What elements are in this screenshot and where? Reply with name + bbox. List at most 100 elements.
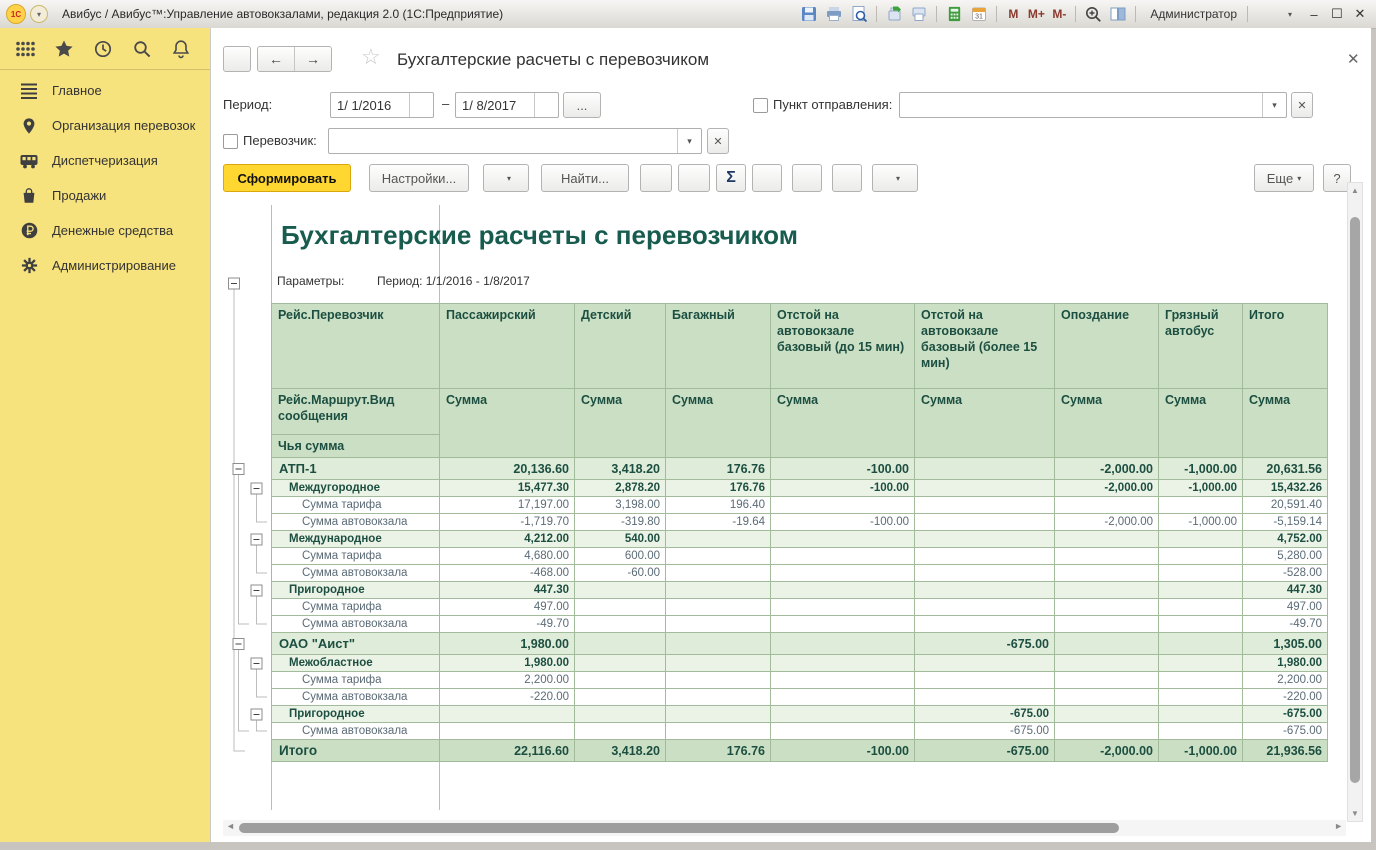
favorites-icon[interactable] (53, 38, 75, 60)
back-button[interactable]: ← (258, 47, 294, 71)
zoom-in-icon[interactable] (1082, 4, 1104, 24)
save-icon[interactable] (798, 4, 820, 24)
send-link-icon[interactable] (883, 4, 905, 24)
cell-value: 17,197.00 (440, 497, 575, 514)
notifications-icon[interactable] (170, 38, 192, 60)
separator (936, 6, 937, 22)
scroll-left-icon[interactable]: ◄ (226, 821, 235, 831)
departure-clear-button[interactable]: ✕ (1291, 92, 1313, 118)
column-header: Отстой на автовокзале базовый (более 15 … (915, 304, 1055, 389)
apps-grid-icon[interactable] (14, 38, 36, 60)
separator (1075, 6, 1076, 22)
grouping-tree[interactable] (223, 205, 271, 815)
scroll-right-icon[interactable]: ► (1334, 821, 1343, 831)
print-preview-icon[interactable] (848, 4, 870, 24)
cell-value: -100.00 (771, 480, 915, 497)
period-from-input[interactable] (331, 93, 409, 117)
1c-logo-icon[interactable]: 1С (6, 4, 26, 24)
find-button[interactable]: Найти... (541, 164, 629, 192)
cell-value (915, 514, 1055, 531)
print-button[interactable] (752, 164, 782, 192)
cell-value: 4,212.00 (440, 531, 575, 548)
send-mail-button[interactable]: ▾ (872, 164, 918, 192)
current-user[interactable]: Администратор (1142, 7, 1241, 21)
row-label: Междугородное (272, 480, 440, 497)
m-plus-label[interactable]: M+ (1026, 4, 1046, 24)
sidebar-item-money[interactable]: Денежные средства (0, 213, 210, 248)
row-label: Сумма автовокзала (272, 616, 440, 633)
calendar-picker-button[interactable] (409, 93, 433, 117)
calculator-icon[interactable] (943, 4, 965, 24)
split-view-icon[interactable] (1107, 4, 1129, 24)
scroll-down-icon[interactable]: ▼ (1348, 809, 1362, 818)
cell-value: -220.00 (440, 689, 575, 706)
sidebar-item-sales[interactable]: Продажи (0, 178, 210, 213)
report-variants-button[interactable]: ▾ (483, 164, 529, 192)
calendar-picker-button[interactable] (534, 93, 558, 117)
carrier-input[interactable] (329, 129, 677, 153)
print-preview-button[interactable] (792, 164, 822, 192)
vertical-scrollbar[interactable]: ▲ ▼ (1347, 182, 1363, 822)
favorite-star-icon[interactable]: ☆ (361, 44, 381, 70)
generate-button[interactable]: Сформировать (223, 164, 351, 192)
system-menu-chevron-icon[interactable]: ▾ (30, 5, 48, 23)
cell-value: 3,198.00 (575, 497, 666, 514)
departure-input[interactable] (900, 93, 1262, 117)
chevron-down-icon: ▾ (507, 174, 511, 183)
more-button[interactable]: Еще▾ (1254, 164, 1314, 192)
info-icon[interactable] (1254, 4, 1276, 24)
user-name: Администратор (1150, 7, 1237, 21)
expand-groups-button[interactable] (678, 164, 710, 192)
collapse-groups-button[interactable] (640, 164, 672, 192)
row-label: Сумма автовокзала (272, 723, 440, 740)
cell-value: 20,591.40 (1243, 497, 1328, 514)
sidebar-item-main[interactable]: Главное (0, 73, 210, 108)
column-header: Пассажирский (440, 304, 575, 389)
sidebar-item-dispatching[interactable]: Диспетчеризация (0, 143, 210, 178)
period-to-input[interactable] (456, 93, 534, 117)
m-minus-label[interactable]: M- (1049, 4, 1069, 24)
history-icon[interactable] (92, 38, 114, 60)
chevron-down-icon[interactable]: ▾ (1279, 4, 1301, 24)
print-doc-icon[interactable] (908, 4, 930, 24)
sidebar-menu: ГлавноеОрганизация перевозокДиспетчериза… (0, 73, 210, 283)
settings-button[interactable]: Настройки... (369, 164, 469, 192)
departure-checkbox[interactable] (753, 98, 768, 113)
cell-value (915, 548, 1055, 565)
totals-button[interactable]: Σ (716, 164, 746, 192)
cell-value (771, 633, 915, 655)
vertical-scroll-thumb[interactable] (1350, 217, 1360, 783)
period-more-button[interactable]: ... (563, 92, 601, 118)
save-button[interactable] (832, 164, 862, 192)
window-titlebar: 1С ▾ Авибус / Авибус™:Управление автовок… (0, 0, 1376, 29)
dropdown-chevron-icon[interactable]: ▾ (1262, 93, 1286, 117)
cell-value (1055, 531, 1159, 548)
m-label[interactable]: M (1003, 4, 1023, 24)
dropdown-chevron-icon[interactable]: ▾ (677, 129, 701, 153)
close-button[interactable]: ✕ (1350, 6, 1370, 22)
sidebar-item-transport-organization[interactable]: Организация перевозок (0, 108, 210, 143)
form-close-icon[interactable]: ✕ (1347, 50, 1360, 68)
horizontal-scrollbar[interactable]: ◄ ► (223, 820, 1346, 836)
cell-value (915, 480, 1055, 497)
table-row: Межобластное1,980.001,980.00 (272, 655, 1328, 672)
sidebar-item-administration[interactable]: Администрирование (0, 248, 210, 283)
home-button[interactable] (223, 46, 251, 72)
print-icon[interactable] (823, 4, 845, 24)
cell-value: -2,000.00 (1055, 480, 1159, 497)
cell-value: 4,680.00 (440, 548, 575, 565)
cell-value (771, 599, 915, 616)
maximize-button[interactable]: ☐ (1327, 6, 1347, 22)
carrier-clear-button[interactable]: ✕ (707, 128, 729, 154)
separator (1135, 6, 1136, 22)
horizontal-scroll-thumb[interactable] (239, 823, 1119, 833)
search-icon[interactable] (131, 38, 153, 60)
cell-value (666, 531, 771, 548)
cell-value (440, 723, 575, 740)
forward-button[interactable]: → (294, 47, 331, 71)
minimize-button[interactable]: – (1304, 7, 1324, 22)
calendar-icon[interactable]: 31 (968, 4, 990, 24)
cell-value: 1,980.00 (440, 655, 575, 672)
scroll-up-icon[interactable]: ▲ (1348, 186, 1362, 195)
carrier-checkbox[interactable] (223, 134, 238, 149)
